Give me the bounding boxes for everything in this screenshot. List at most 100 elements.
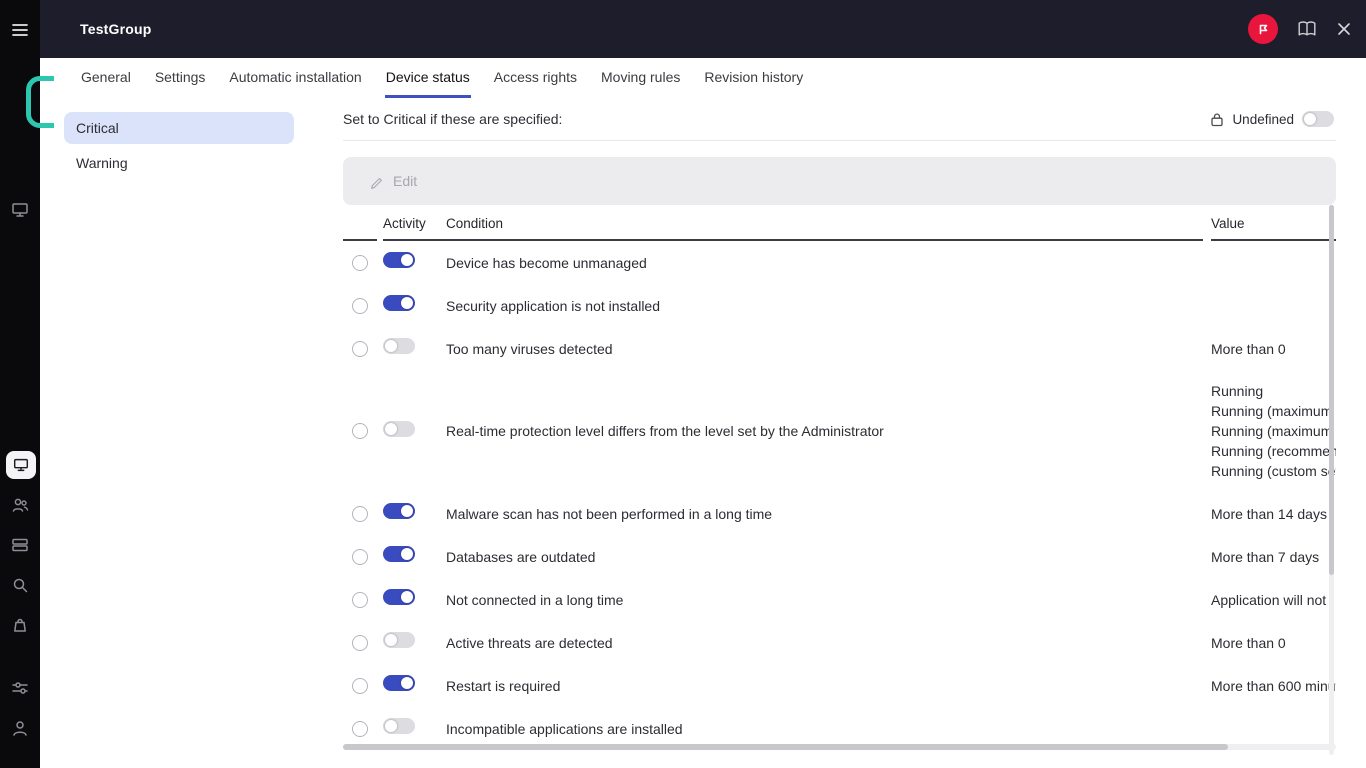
- undefined-label: Undefined: [1232, 112, 1294, 127]
- brand-logo-partial: [26, 76, 54, 130]
- value-text: RunningRunning (maximum protection)Runni…: [1211, 381, 1336, 481]
- activity-toggle[interactable]: [383, 589, 415, 605]
- activity-toggle[interactable]: [383, 718, 415, 734]
- row-select-radio[interactable]: [352, 255, 368, 271]
- device-status-table: Activity Condition Value Device has beco…: [343, 205, 1336, 750]
- table-row: Real-time protection level differs from …: [343, 370, 1336, 492]
- activity-toggle[interactable]: [383, 252, 415, 268]
- horizontal-scrollbar[interactable]: [343, 744, 1336, 750]
- table-row: Too many viruses detected More than 0: [343, 327, 1336, 370]
- condition-text: Malware scan has not been performed in a…: [446, 506, 1203, 522]
- severity-item-critical[interactable]: Critical: [64, 112, 294, 144]
- condition-text: Device has become unmanaged: [446, 255, 1203, 271]
- tab-revision-history[interactable]: Revision history: [703, 58, 804, 98]
- toggle-knob: [385, 340, 397, 352]
- toggle-knob: [385, 423, 397, 435]
- row-select-radio[interactable]: [352, 635, 368, 651]
- value-text: More than 600 minutes: [1211, 678, 1336, 694]
- undefined-toggle[interactable]: [1302, 111, 1334, 127]
- toggle-knob: [385, 720, 397, 732]
- toggle-knob: [385, 634, 397, 646]
- condition-text: Databases are outdated: [446, 549, 1203, 565]
- vertical-scrollbar[interactable]: [1329, 205, 1334, 755]
- tab-access-rights[interactable]: Access rights: [493, 58, 578, 98]
- value-line: Running (recommended): [1211, 441, 1336, 461]
- device-status-table-body: Device has become unmanaged Security appl…: [343, 241, 1336, 750]
- tab-automatic-installation[interactable]: Automatic installation: [228, 58, 362, 98]
- settings-sliders-icon[interactable]: [10, 678, 30, 698]
- activity-toggle[interactable]: [383, 546, 415, 562]
- value-line: Running (maximum speed): [1211, 421, 1336, 441]
- toggle-knob: [401, 254, 413, 266]
- window-title: TestGroup: [80, 21, 152, 37]
- row-select-radio[interactable]: [352, 341, 368, 357]
- value-text: More than 14 days: [1211, 506, 1336, 522]
- criteria-heading: Set to Critical if these are specified:: [343, 111, 562, 127]
- row-select-radio[interactable]: [352, 506, 368, 522]
- table-row: Security application is not installed: [343, 284, 1336, 327]
- value-line: Running (custom settings): [1211, 461, 1336, 481]
- row-select-radio[interactable]: [352, 678, 368, 694]
- table-row: Databases are outdated More than 7 days: [343, 535, 1336, 578]
- users-icon[interactable]: [10, 495, 30, 515]
- pencil-icon: [369, 174, 384, 189]
- row-select-radio[interactable]: [352, 721, 368, 737]
- value-text: More than 7 days: [1211, 549, 1336, 565]
- activity-toggle[interactable]: [383, 338, 415, 354]
- condition-text: Too many viruses detected: [446, 341, 1203, 357]
- lock-icon: [1210, 112, 1224, 127]
- app-window: TestGroup General Settings Automatic insta…: [0, 0, 1366, 768]
- account-user-icon[interactable]: [10, 718, 30, 738]
- devices-active-item[interactable]: [6, 451, 36, 479]
- table-row: Not connected in a long timeApplication …: [343, 578, 1336, 621]
- activity-toggle[interactable]: [383, 632, 415, 648]
- tab-moving-rules[interactable]: Moving rules: [600, 58, 681, 98]
- edit-button[interactable]: Edit: [343, 157, 1336, 205]
- condition-text: Not connected in a long time: [446, 592, 1203, 608]
- activity-toggle[interactable]: [383, 675, 415, 691]
- condition-text: Active threats are detected: [446, 635, 1203, 651]
- value-text: More than 0: [1211, 635, 1336, 651]
- toggle-knob: [401, 548, 413, 560]
- condition-text: Real-time protection level differs from …: [446, 423, 1203, 439]
- table-row: Active threats are detected More than 0: [343, 621, 1336, 664]
- condition-text: Restart is required: [446, 678, 1203, 694]
- radio-column-header: [343, 231, 377, 241]
- row-select-radio[interactable]: [352, 298, 368, 314]
- value-line: Running: [1211, 381, 1336, 401]
- activity-column-header: Activity: [383, 216, 446, 241]
- row-select-radio[interactable]: [352, 549, 368, 565]
- monitoring-icon[interactable]: [10, 200, 30, 220]
- toggle-knob: [401, 677, 413, 689]
- value-column-header: Value: [1211, 216, 1336, 241]
- tab-bar: General Settings Automatic installation Dev…: [40, 58, 1366, 98]
- condition-text: Incompatible applications are installed: [446, 721, 1203, 737]
- search-icon[interactable]: [10, 575, 30, 595]
- row-select-radio[interactable]: [352, 592, 368, 608]
- table-header-row: Activity Condition Value: [343, 205, 1336, 241]
- tab-device-status[interactable]: Device status: [385, 58, 471, 98]
- activity-toggle[interactable]: [383, 295, 415, 311]
- activity-toggle[interactable]: [383, 503, 415, 519]
- tab-general[interactable]: General: [80, 58, 132, 98]
- table-row: Malware scan has not been performed in a…: [343, 492, 1336, 535]
- activity-toggle[interactable]: [383, 421, 415, 437]
- tab-settings[interactable]: Settings: [154, 58, 207, 98]
- horizontal-scrollbar-thumb[interactable]: [343, 744, 1228, 750]
- help-book-icon[interactable]: [1296, 20, 1318, 38]
- table-row: Device has become unmanaged: [343, 241, 1336, 284]
- marketplace-bag-icon[interactable]: [10, 615, 30, 635]
- criteria-header-row: Set to Critical if these are specified: …: [343, 98, 1336, 141]
- row-select-radio[interactable]: [352, 423, 368, 439]
- server-icon[interactable]: [10, 535, 30, 555]
- toggle-knob: [401, 505, 413, 517]
- vertical-scrollbar-thumb[interactable]: [1329, 205, 1334, 575]
- hamburger-menu-icon[interactable]: [10, 20, 30, 40]
- value-text: More than 0: [1211, 341, 1336, 357]
- product-logo-badge: [1248, 14, 1278, 44]
- severity-item-warning[interactable]: Warning: [64, 147, 294, 179]
- close-icon[interactable]: [1336, 21, 1352, 37]
- condition-column-header: Condition: [446, 216, 1203, 241]
- toggle-knob: [401, 591, 413, 603]
- window-header: TestGroup: [40, 0, 1366, 58]
